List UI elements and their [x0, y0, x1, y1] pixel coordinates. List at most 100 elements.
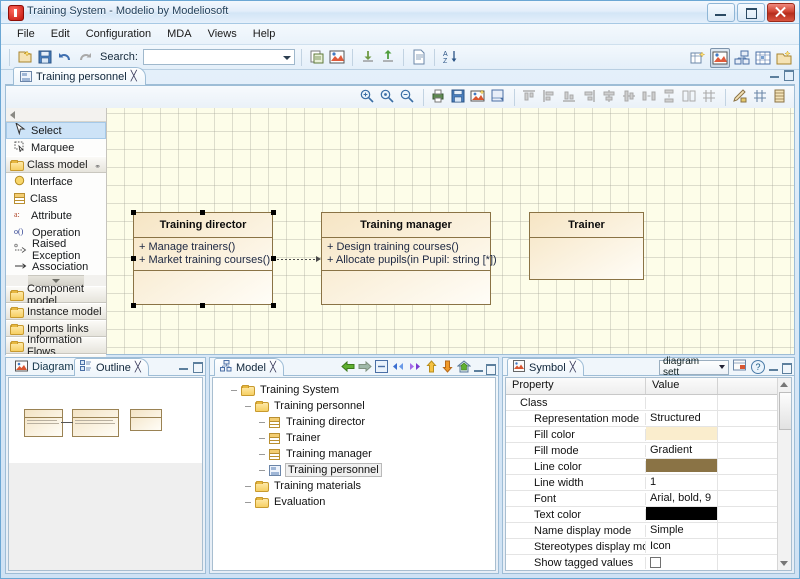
minimize-icon[interactable] [474, 364, 483, 373]
export-icon[interactable] [379, 48, 397, 66]
property-value[interactable] [646, 555, 718, 570]
selection-handle-sw[interactable] [131, 303, 136, 308]
back-icon[interactable] [341, 360, 355, 376]
selection-handle-e[interactable] [271, 256, 276, 261]
menu-item-configuration[interactable]: Configuration [78, 26, 159, 42]
maximize-icon[interactable] [784, 70, 793, 79]
close-icon[interactable]: ╳ [270, 362, 276, 373]
menu-item-mda[interactable]: MDA [159, 26, 199, 42]
tab-outline[interactable]: Outline ╳ [74, 358, 149, 376]
search-input[interactable] [143, 49, 295, 65]
grid-icon[interactable] [752, 88, 770, 106]
uml-class-training-director[interactable]: Training director + Manage trainers() + … [133, 212, 273, 305]
table-row[interactable]: Show tagged values [506, 555, 791, 571]
search-field[interactable] [144, 50, 276, 64]
table-row[interactable]: Stereotypes display mode Icon [506, 539, 791, 555]
table-row[interactable]: Class [506, 395, 791, 411]
minimize-icon[interactable] [770, 70, 779, 79]
line-color-swatch[interactable] [646, 459, 717, 472]
filter-icon[interactable] [733, 359, 747, 375]
selection-handle-se[interactable] [271, 303, 276, 308]
outline-body[interactable] [8, 377, 203, 571]
uml-class-training-manager[interactable]: Training manager + Design training cours… [321, 212, 491, 305]
chevron-down-icon[interactable] [283, 56, 291, 60]
table-row[interactable]: Text color [506, 507, 791, 523]
tree-row-training-personnel-folder[interactable]: Training personnel [213, 398, 495, 414]
close-icon[interactable]: ╳ [131, 71, 137, 82]
next-change-icon[interactable] [408, 360, 422, 376]
home-icon[interactable] [457, 360, 471, 376]
uml-class-trainer[interactable]: Trainer [529, 212, 644, 280]
text-color-swatch[interactable] [646, 507, 717, 520]
menu-item-file[interactable]: File [9, 26, 43, 42]
image-model-icon[interactable] [328, 48, 346, 66]
palette-item-interface[interactable]: Interface [6, 173, 106, 190]
maximize-icon[interactable] [193, 362, 202, 371]
property-value[interactable] [646, 427, 718, 442]
palette-item-class[interactable]: Class [6, 190, 106, 207]
zoom-out-icon[interactable] [399, 88, 417, 106]
table-new-icon[interactable] [689, 49, 707, 67]
palette-tool-marquee[interactable]: Marquee [6, 139, 106, 156]
table-row[interactable]: Fill mode Gradient [506, 443, 791, 459]
editor-tab-training-personnel[interactable]: Training personnel ╳ [13, 67, 146, 85]
symbol-table-body[interactable]: Property Value Class Representation mode… [505, 377, 792, 571]
table-row[interactable]: Name display mode Simple [506, 523, 791, 539]
symbol-table-scrollbar[interactable] [777, 378, 791, 570]
close-icon[interactable]: ╳ [135, 362, 141, 373]
property-value[interactable] [646, 459, 718, 474]
tree-row-evaluation[interactable]: Evaluation [213, 494, 495, 510]
paste-model-icon[interactable] [308, 48, 326, 66]
scroll-down-icon[interactable] [780, 561, 788, 566]
menu-item-edit[interactable]: Edit [43, 26, 78, 42]
close-icon[interactable] [767, 3, 795, 22]
selection-handle-n[interactable] [200, 210, 205, 215]
table-row[interactable]: Representation mode Structured [506, 411, 791, 427]
sort-az-icon[interactable]: AZ [441, 48, 459, 66]
menu-item-views[interactable]: Views [200, 26, 245, 42]
tree-row-trainer[interactable]: Trainer [213, 430, 495, 446]
print-icon[interactable] [430, 88, 448, 106]
table-row[interactable]: Font Arial, bold, 9 [506, 491, 791, 507]
minimize-icon[interactable] [769, 363, 778, 372]
previous-change-icon[interactable] [391, 360, 405, 376]
diagram-canvas[interactable]: Training director + Manage trainers() + … [107, 108, 794, 354]
new-project-icon[interactable] [775, 49, 793, 67]
tree-row-training-system[interactable]: Training System [213, 382, 495, 398]
show-tagged-values-checkbox[interactable] [650, 557, 661, 568]
palette-item-raised-exception[interactable]: Raised Exception [6, 241, 106, 258]
palette-group-information-flows[interactable]: Information Flows [6, 337, 106, 354]
diagram-settings-combo[interactable]: diagram sett [659, 360, 729, 375]
up-icon[interactable] [425, 360, 438, 376]
column-header-value[interactable]: Value [646, 378, 718, 394]
import-icon[interactable] [359, 48, 377, 66]
zoom-fit-icon[interactable] [379, 88, 397, 106]
chevron-left-icon[interactable] [10, 111, 15, 119]
outline-thumbnail[interactable] [9, 378, 202, 463]
tab-model[interactable]: Model ╳ [214, 358, 284, 376]
property-value[interactable] [646, 507, 718, 522]
help-icon[interactable]: ? [751, 360, 765, 374]
minimize-icon[interactable] [179, 362, 188, 371]
export-image-icon[interactable] [490, 88, 508, 106]
maximize-icon[interactable] [782, 363, 791, 372]
down-icon[interactable] [441, 360, 454, 376]
save-icon[interactable] [36, 48, 54, 66]
zoom-in-icon[interactable] [359, 88, 377, 106]
menu-item-help[interactable]: Help [245, 26, 284, 42]
undo-icon[interactable] [56, 48, 74, 66]
palette-group-class-model[interactable]: Class model ⚭ [6, 156, 106, 173]
model-view-icon[interactable] [733, 49, 751, 67]
selection-handle-ne[interactable] [271, 210, 276, 215]
tree-row-training-personnel-diagram[interactable]: Training personnel [213, 462, 495, 478]
format-painter-icon[interactable] [732, 88, 750, 106]
column-header-property[interactable]: Property [506, 378, 646, 394]
new-document-icon[interactable] [16, 48, 34, 66]
table-row[interactable]: Line color [506, 459, 791, 475]
tree-row-training-manager[interactable]: Training manager [213, 446, 495, 462]
palette-tool-select[interactable]: Select [6, 122, 106, 139]
table-row[interactable]: Fill color [506, 427, 791, 443]
palette-group-component-model[interactable]: Component model [6, 286, 106, 303]
selection-handle-w[interactable] [131, 256, 136, 261]
maximize-icon[interactable] [737, 3, 765, 22]
